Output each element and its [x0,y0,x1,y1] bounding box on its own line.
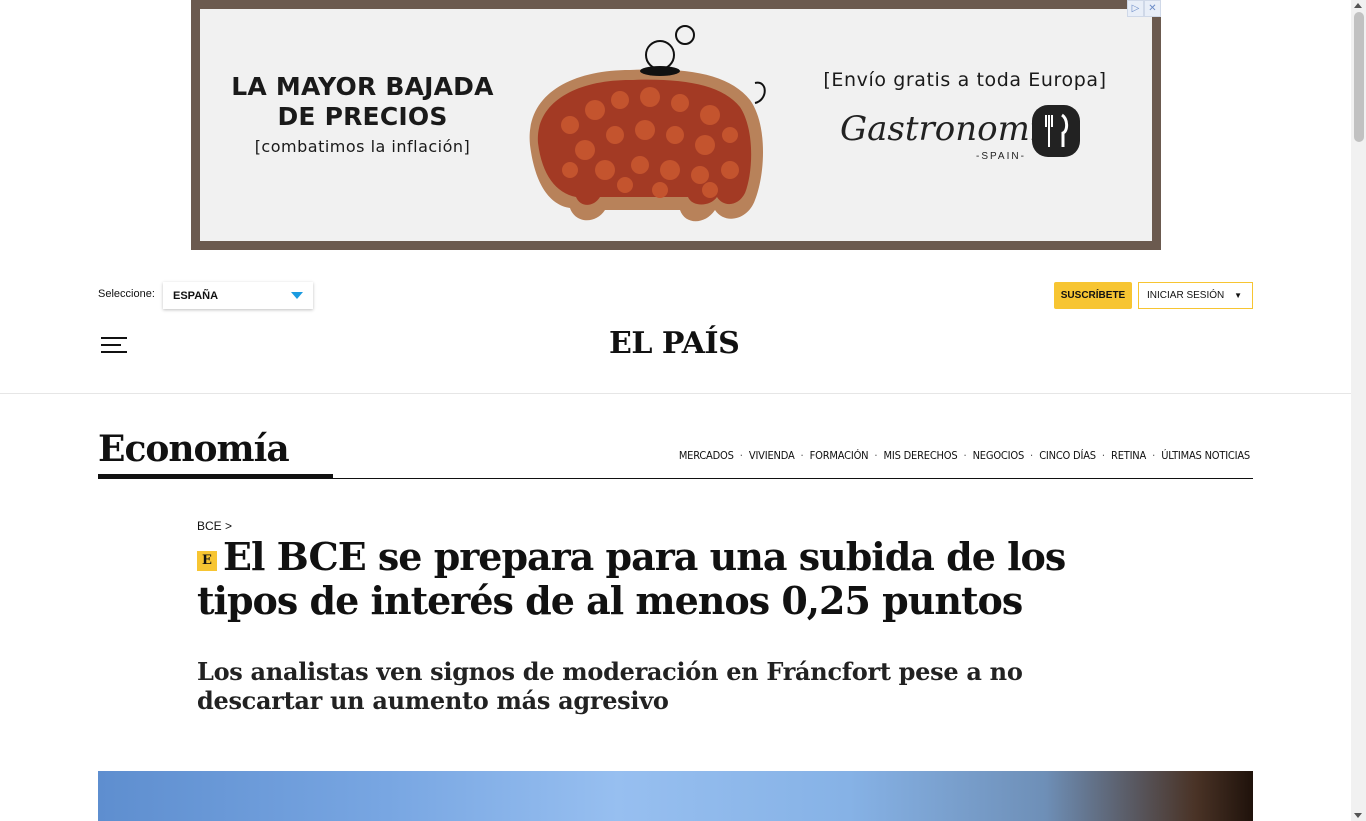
article-subtitle: Los analistas ven signos de moderación e… [197,657,1023,715]
ad-banner[interactable]: LA MAYOR BAJADA DE PRECIOS [combatimos l… [191,0,1161,250]
nav-separator: · [800,449,804,462]
section-nav-item-vivienda[interactable]: VIVIENDA [749,449,795,462]
ad-brand-name: Gastronomic [840,109,1060,149]
scroll-down-icon[interactable] [1354,813,1362,818]
article-headline: E El BCE se prepara para una subida de lo… [197,535,1157,623]
nav-separator: · [739,449,743,462]
section-nav-item-retina[interactable]: RETINA [1111,449,1146,462]
exclusive-badge-icon: E [197,551,217,571]
hamburger-icon[interactable] [101,337,127,353]
section-nav-item-mis-derechos[interactable]: MIS DERECHOS [884,449,958,462]
section-nav-item-negocios[interactable]: NEGOCIOS [973,449,1025,462]
ad-right-text: [Envío gratis a toda Europa] Gastronomic… [800,69,1130,175]
nav-separator: · [874,449,878,462]
nav-separator: · [963,449,967,462]
article-headline-text: El BCE se prepara para una subida de los… [197,534,1066,623]
section-nav-item-formacion[interactable]: FORMACIÓN [810,449,869,462]
section-title-underline [98,474,333,478]
section-nav-item-cinco-dias[interactable]: CINCO DÍAS [1039,449,1096,462]
ad-pig-image [529,25,766,222]
nav-separator: · [1101,449,1106,462]
ad-content[interactable]: LA MAYOR BAJADA DE PRECIOS [combatimos l… [200,9,1152,241]
login-button[interactable]: INICIAR SESIÓN ▼ [1138,282,1253,309]
site-logo[interactable]: EL PAÍS [609,326,740,361]
ad-left-text: LA MAYOR BAJADA DE PRECIOS [combatimos l… [230,72,495,156]
scrollbar-thumb[interactable] [1354,12,1364,142]
article-kicker[interactable]: BCE > [197,519,232,533]
edition-label: Seleccione: [98,288,155,300]
section-nav-item-mercados[interactable]: MERCADOS [679,449,734,462]
ad-headline-line2: DE PRECIOS [277,102,448,131]
close-icon[interactable]: ✕ [1144,0,1161,17]
ad-headline-line1: LA MAYOR BAJADA [231,72,494,101]
section-title[interactable]: Economía [98,428,290,470]
edition-select-value: ESPAÑA [173,290,219,302]
ad-brand-logo-icon [1032,105,1080,157]
nav-separator: · [1030,449,1034,462]
scroll-up-icon[interactable] [1354,3,1362,8]
article-main-photo [98,771,1253,821]
nav-separator: · [1152,449,1156,462]
section-nav: MERCADOS · VIVIENDA · FORMACIÓN · MIS DE… [679,449,1250,462]
section-divider [98,478,1253,479]
ad-shipping-text: [Envío gratis a toda Europa] [823,69,1107,91]
caret-down-icon: ▼ [1234,291,1242,300]
adchoices-icon[interactable]: ▷ [1127,0,1144,17]
ad-choices[interactable]: ▷ ✕ [1127,0,1161,17]
subscribe-button[interactable]: SUSCRÍBETE [1054,282,1132,309]
edition-select[interactable]: ESPAÑA [163,282,313,309]
chevron-down-icon [291,292,303,299]
login-button-label: INICIAR SESIÓN [1147,290,1225,301]
ad-brand-country: -SPAIN- [976,151,1026,162]
page-scrollbar[interactable] [1351,0,1366,821]
ad-subline: [combatimos la inflación] [254,137,471,156]
section-nav-item-ultimas-noticias[interactable]: ÚLTIMAS NOTICIAS [1161,449,1250,462]
ad-brand: Gastronomic -SPAIN- [800,105,1130,175]
header-divider [0,393,1351,394]
